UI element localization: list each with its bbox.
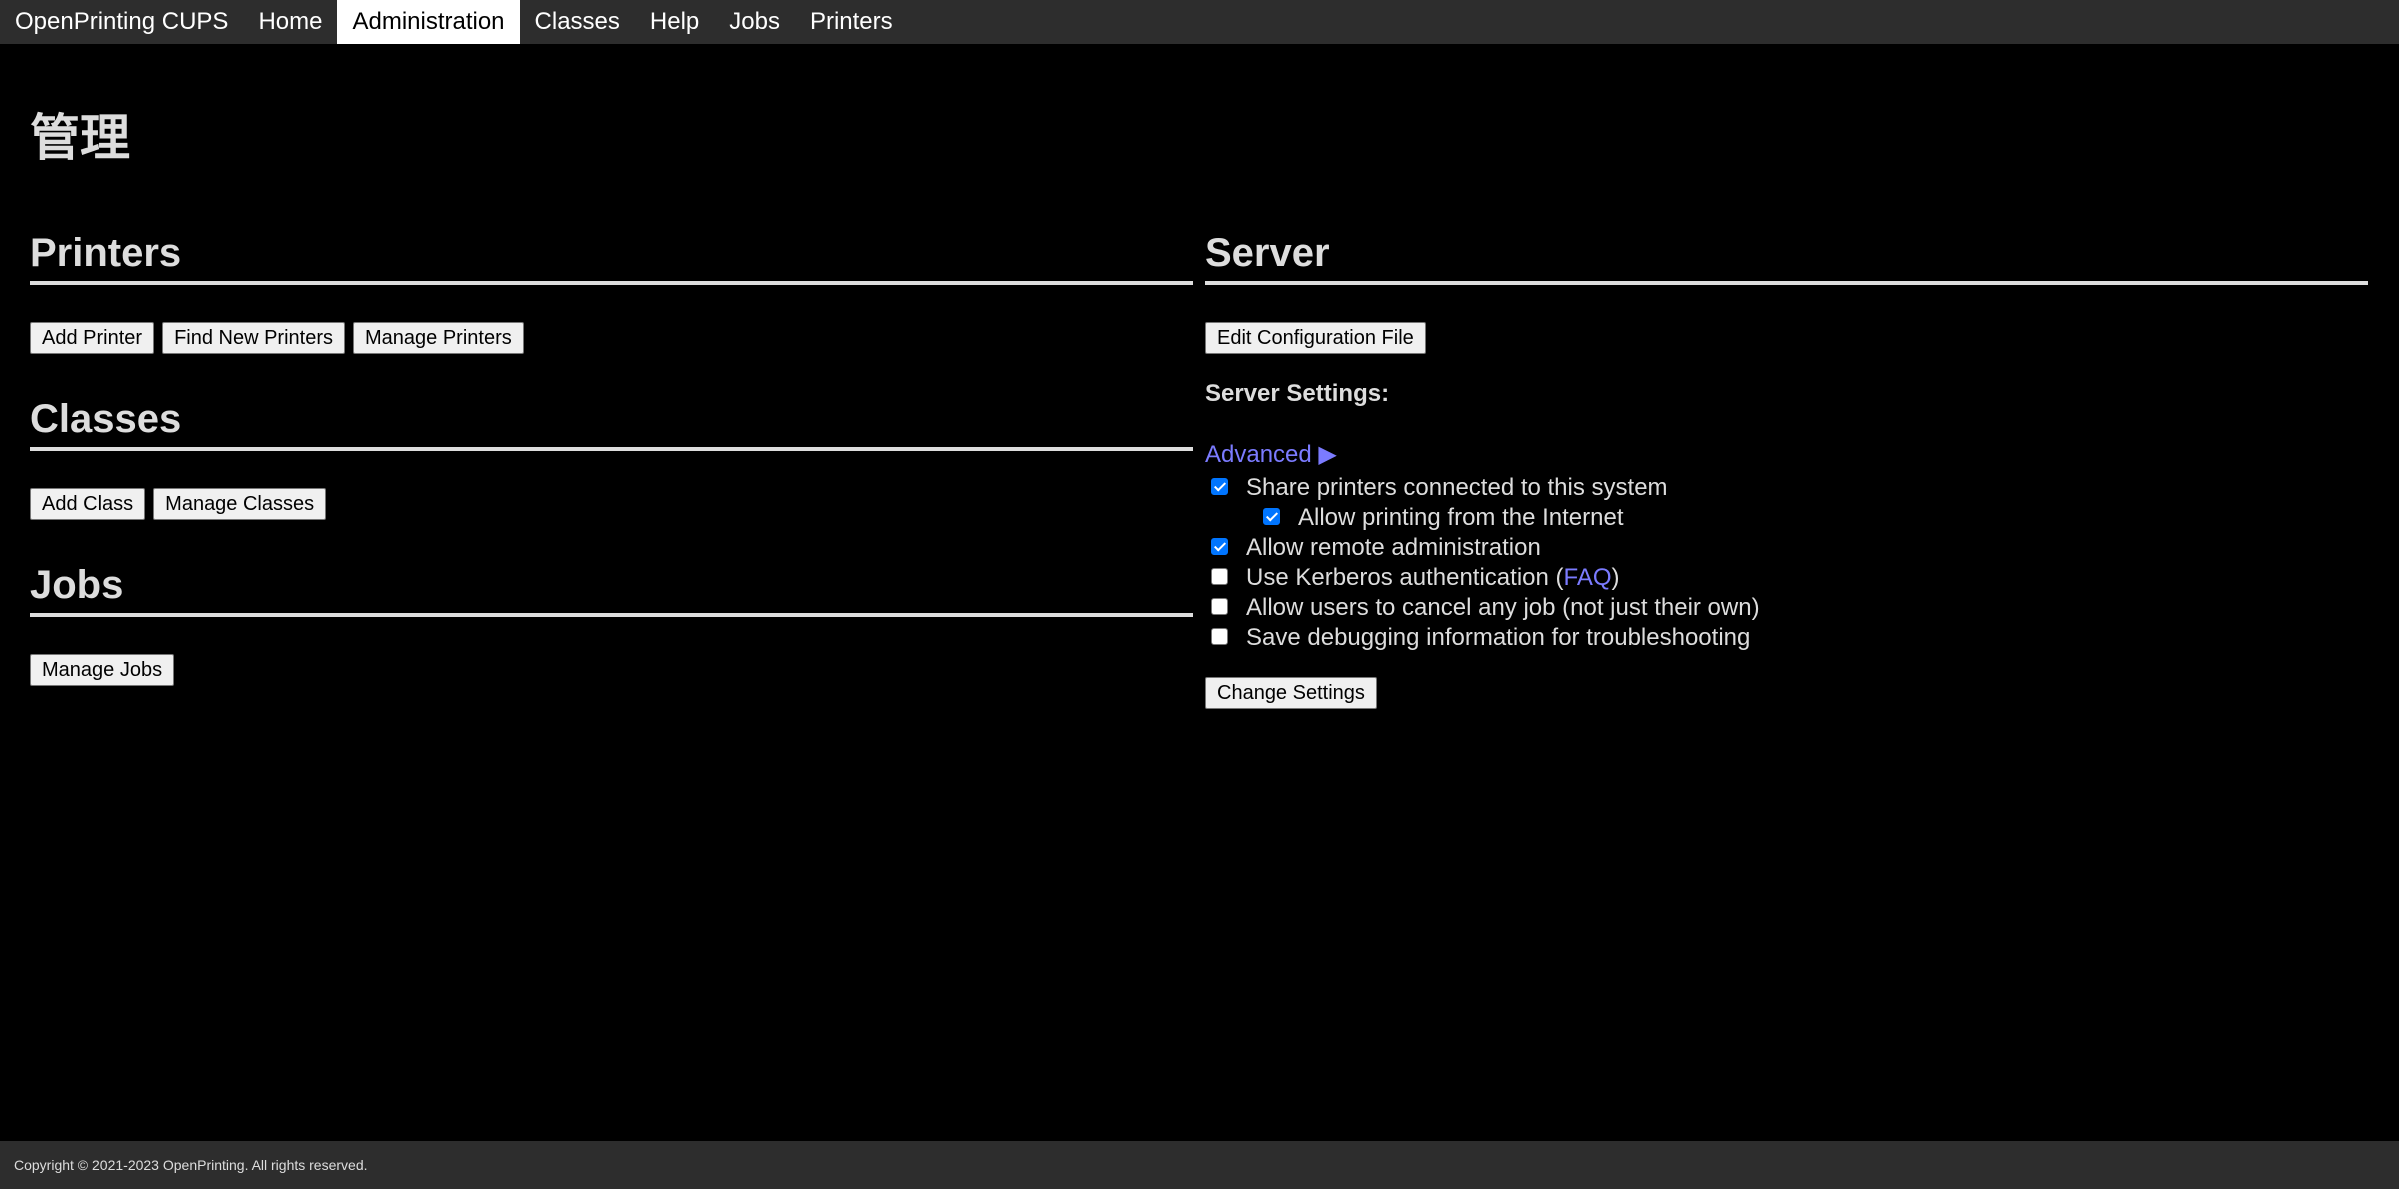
advanced-toggle-link[interactable]: Advanced ▶ <box>1205 440 1337 469</box>
right-column: Server Edit Configuration File Server Se… <box>1205 225 2368 709</box>
top-navigation-bar: OpenPrinting CUPS Home Administration Cl… <box>0 0 2399 44</box>
printers-heading: Printers <box>30 225 1193 285</box>
nav-help[interactable]: Help <box>635 0 714 44</box>
kerberos-faq-link[interactable]: FAQ <box>1564 564 1612 591</box>
footer: Copyright © 2021-2023 OpenPrinting. All … <box>0 1141 2399 1189</box>
printers-button-row: Add Printer Find New Printers Manage Pri… <box>30 322 1193 354</box>
manage-jobs-button[interactable]: Manage Jobs <box>30 654 175 686</box>
kerberos-label: Use Kerberos authentication (FAQ) <box>1246 564 1620 592</box>
option-allow-internet: Allow printing from the Internet <box>1205 503 2368 533</box>
add-printer-button[interactable]: Add Printer <box>30 322 155 354</box>
manage-classes-button[interactable]: Manage Classes <box>153 488 327 520</box>
debug-logging-checkbox[interactable] <box>1211 627 1228 645</box>
share-printers-checkbox[interactable] <box>1211 477 1228 495</box>
cancel-any-job-label: Allow users to cancel any job (not just … <box>1246 594 1760 621</box>
option-share-printers: Share printers connected to this system <box>1205 473 2368 503</box>
left-column: Printers Add Printer Find New Printers M… <box>30 225 1193 686</box>
option-debug-logging: Save debugging information for troublesh… <box>1205 623 2368 653</box>
find-new-printers-button[interactable]: Find New Printers <box>162 322 345 354</box>
copyright-text: Copyright © 2021-2023 OpenPrinting. All … <box>14 1157 368 1173</box>
jobs-button-row: Manage Jobs <box>30 654 1193 686</box>
server-button-row: Edit Configuration File <box>1205 322 2368 354</box>
classes-heading: Classes <box>30 391 1193 451</box>
server-settings-label: Server Settings: <box>1205 380 1390 407</box>
server-options-list: Share printers connected to this system … <box>1205 473 2368 653</box>
option-kerberos: Use Kerberos authentication (FAQ) <box>1205 563 2368 593</box>
option-remote-admin: Allow remote administration <box>1205 533 2368 563</box>
manage-printers-button[interactable]: Manage Printers <box>353 322 524 354</box>
nav-classes[interactable]: Classes <box>520 0 635 44</box>
page-title: 管理 <box>30 109 130 167</box>
nav-brand-openprinting-cups[interactable]: OpenPrinting CUPS <box>0 0 243 44</box>
classes-button-row: Add Class Manage Classes <box>30 488 1193 520</box>
nav-jobs[interactable]: Jobs <box>714 0 795 44</box>
allow-internet-checkbox[interactable] <box>1263 507 1280 525</box>
edit-configuration-file-button[interactable]: Edit Configuration File <box>1205 322 1426 354</box>
nav-home[interactable]: Home <box>243 0 337 44</box>
kerberos-checkbox[interactable] <box>1211 567 1228 585</box>
debug-logging-label: Save debugging information for troublesh… <box>1246 624 1751 651</box>
server-heading: Server <box>1205 225 2368 285</box>
allow-internet-label: Allow printing from the Internet <box>1298 504 1624 531</box>
jobs-heading: Jobs <box>30 557 1193 617</box>
nav-printers[interactable]: Printers <box>795 0 908 44</box>
nav-administration[interactable]: Administration <box>337 0 520 44</box>
remote-admin-label: Allow remote administration <box>1246 534 1541 561</box>
share-printers-label: Share printers connected to this system <box>1246 474 1668 501</box>
change-settings-button[interactable]: Change Settings <box>1205 677 1377 709</box>
cancel-any-job-checkbox[interactable] <box>1211 597 1228 615</box>
option-cancel-any-job: Allow users to cancel any job (not just … <box>1205 593 2368 623</box>
kerberos-label-close: ) <box>1611 564 1620 591</box>
change-settings-row: Change Settings <box>1205 677 2368 709</box>
remote-admin-checkbox[interactable] <box>1211 537 1228 555</box>
add-class-button[interactable]: Add Class <box>30 488 146 520</box>
kerberos-label-text: Use Kerberos authentication ( <box>1246 564 1564 591</box>
